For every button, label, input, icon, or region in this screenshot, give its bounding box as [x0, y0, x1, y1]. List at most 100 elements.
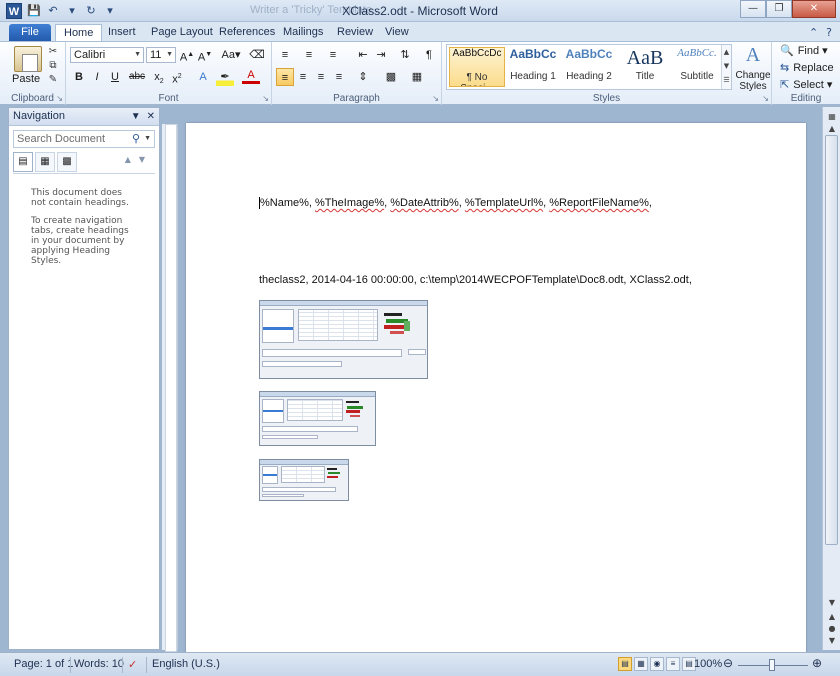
grow-font-icon[interactable]: A▲	[178, 46, 196, 64]
styles-launcher-icon[interactable]: ↘	[762, 94, 769, 103]
browse-pages-tab[interactable]: ▦	[35, 152, 55, 172]
multilevel-list-icon[interactable]: ≡	[324, 46, 342, 64]
minimize-button[interactable]: —	[740, 0, 766, 18]
restore-button[interactable]: ❐	[766, 0, 792, 18]
paste-button[interactable]: Paste	[12, 73, 40, 85]
increase-indent-icon[interactable]: ⇥	[372, 46, 390, 64]
line-spacing-icon[interactable]: ⇕	[354, 68, 372, 86]
outline-view-icon[interactable]: ≡	[666, 657, 680, 671]
numbering-icon[interactable]: ≡	[300, 46, 318, 64]
style-no-spacing[interactable]: AaBbCcDc ¶ No Spaci...	[449, 47, 505, 87]
paste-icon[interactable]	[14, 46, 42, 72]
tab-page-layout[interactable]: Page Layout	[143, 24, 221, 42]
style-subtitle[interactable]: AaBbCc. Subtitle	[669, 47, 725, 87]
bold-button[interactable]: B	[70, 68, 88, 86]
align-left-button[interactable]: ≡	[276, 68, 294, 86]
change-styles-label: Change Styles	[735, 70, 771, 92]
browse-headings-tab[interactable]: ▤	[13, 152, 33, 172]
ribbon-minimize-icon[interactable]: ⌃	[809, 26, 818, 39]
font-color-icon[interactable]: A	[242, 68, 260, 84]
font-size-dropdown[interactable]: 11 ▼	[146, 47, 176, 63]
font-launcher-icon[interactable]: ↘	[262, 94, 269, 103]
embedded-screenshot-small[interactable]	[259, 459, 349, 501]
align-center-button[interactable]: ≡	[294, 68, 312, 86]
tab-file[interactable]: File	[9, 24, 51, 42]
strikethrough-button[interactable]: abc	[128, 68, 146, 86]
help-icon[interactable]: ?	[826, 26, 832, 39]
style-heading-2[interactable]: AaBbCc Heading 2	[561, 47, 617, 87]
decrease-indent-icon[interactable]: ⇤	[354, 46, 372, 64]
search-icon[interactable]: ⚲	[132, 131, 140, 147]
select-browse-object-icon[interactable]: ●	[826, 623, 838, 635]
clear-formatting-icon[interactable]: ⌫	[248, 46, 266, 64]
style-name: ¶ No Spaci...	[460, 72, 493, 86]
tab-mailings[interactable]: Mailings	[275, 24, 331, 42]
select-button[interactable]: ⇱ Select ▾	[780, 78, 832, 91]
scroll-up-icon[interactable]: ▲	[826, 123, 838, 135]
page-count[interactable]: Page: 1 of 1	[14, 658, 73, 670]
browse-results-tab[interactable]: ▩	[57, 152, 77, 172]
embedded-screenshot-large[interactable]	[259, 300, 428, 379]
proofing-icon[interactable]: ✓	[128, 658, 137, 671]
full-screen-reading-icon[interactable]: ▦	[634, 657, 648, 671]
scroll-down-icon[interactable]: ▼	[826, 597, 838, 609]
show-formatting-icon[interactable]: ¶	[420, 46, 438, 64]
paragraph-launcher-icon[interactable]: ↘	[432, 94, 439, 103]
font-name-value: Calibri	[74, 49, 106, 61]
close-pane-icon[interactable]: ✕	[147, 108, 155, 125]
document-page[interactable]: %Name%, %TheImage%, %DateAttrib%, %Templ…	[186, 123, 806, 653]
sort-icon[interactable]: ⇅	[396, 46, 414, 64]
tab-references[interactable]: References	[211, 24, 283, 42]
format-painter-icon[interactable]: ✎	[46, 74, 60, 86]
italic-button[interactable]: I	[88, 68, 106, 86]
gallery-scroll[interactable]: ▲ ▼ ☰	[721, 45, 731, 89]
borders-icon[interactable]: ▦	[408, 68, 426, 86]
web-layout-icon[interactable]: ◉	[650, 657, 664, 671]
scroll-thumb[interactable]	[825, 135, 838, 545]
highlight-icon[interactable]: ✒	[216, 68, 234, 86]
change-case-icon[interactable]: Aa▾	[220, 46, 242, 64]
zoom-slider-handle[interactable]	[769, 659, 775, 671]
chevron-down-icon[interactable]: ▼	[144, 131, 151, 147]
nav-up-down-icons[interactable]: ▲▼	[125, 155, 153, 164]
bullets-icon[interactable]: ≡	[276, 46, 294, 64]
zoom-in-icon[interactable]: ⊕	[812, 656, 822, 670]
font-name-dropdown[interactable]: Calibri ▼	[70, 47, 144, 63]
vertical-scrollbar[interactable]: ▦ ▲ ▼ ▲ ● ▼	[822, 107, 840, 650]
shading-icon[interactable]: ▩	[382, 68, 400, 86]
embedded-screenshot-medium[interactable]	[259, 391, 376, 446]
replace-button[interactable]: ⇆ Replace	[780, 61, 834, 74]
tab-home[interactable]: Home	[55, 24, 103, 42]
find-button[interactable]: 🔍 Find ▾	[780, 44, 828, 57]
ruler-toggle-icon[interactable]: ▦	[826, 111, 838, 123]
text-effects-icon[interactable]: A	[194, 68, 212, 86]
justify-button[interactable]: ≡	[330, 68, 348, 86]
clipboard-launcher-icon[interactable]: ↘	[56, 94, 63, 103]
placeholder-line[interactable]: %Name%, %TheImage%, %DateAttrib%, %Templ…	[259, 197, 652, 209]
shrink-font-icon[interactable]: A▼	[196, 46, 214, 64]
tab-review[interactable]: Review	[329, 24, 381, 42]
superscript-button[interactable]: x2	[168, 68, 186, 86]
close-button[interactable]: ✕	[792, 0, 836, 18]
subscript-button[interactable]: x2	[150, 68, 168, 86]
zoom-level[interactable]: 100%	[694, 658, 722, 670]
values-line[interactable]: theclass2, 2014-04-16 00:00:00, c:\temp\…	[259, 274, 692, 286]
change-styles-button[interactable]: A Change Styles	[734, 44, 772, 92]
style-title[interactable]: AaB Title	[617, 47, 673, 87]
zoom-out-icon[interactable]: ⊖	[723, 656, 733, 670]
search-document-input[interactable]: Search Document ⚲ ▼	[13, 130, 155, 148]
copy-icon[interactable]: ⧉	[46, 60, 60, 72]
align-right-button[interactable]: ≡	[312, 68, 330, 86]
previous-page-icon[interactable]: ▲	[826, 611, 838, 623]
tab-view[interactable]: View	[377, 24, 417, 42]
tab-insert[interactable]: Insert	[100, 24, 144, 42]
underline-button[interactable]: U	[106, 68, 124, 86]
word-count[interactable]: Words: 10	[74, 658, 124, 670]
print-layout-view-icon[interactable]: ▤	[618, 657, 632, 671]
search-placeholder: Search Document	[17, 133, 106, 145]
pane-options-icon[interactable]: ▼	[131, 108, 141, 125]
next-page-icon[interactable]: ▼	[826, 635, 838, 647]
language-indicator[interactable]: English (U.S.)	[152, 658, 220, 670]
style-heading-1[interactable]: AaBbCc Heading 1	[505, 47, 561, 87]
cut-icon[interactable]: ✂	[46, 46, 60, 58]
